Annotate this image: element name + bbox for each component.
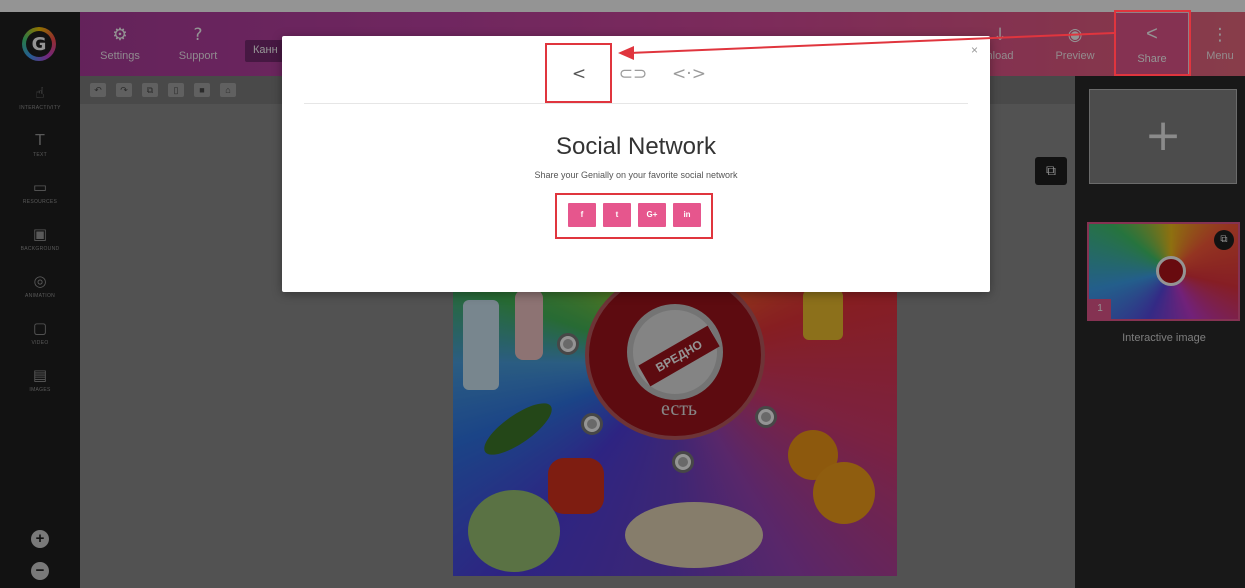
- sidebar-item-label: ANIMATION: [24, 293, 56, 299]
- more-vertical-icon: ⋮: [1211, 25, 1229, 45]
- add-slide-button[interactable]: +: [1089, 89, 1237, 184]
- sidebar-item-animation[interactable]: ◎ ANIMATION: [0, 272, 80, 299]
- google-plus-button[interactable]: G+: [638, 203, 666, 227]
- duplicate-icon[interactable]: ⧉: [1035, 157, 1067, 185]
- logo-icon: G: [22, 27, 56, 61]
- menu-button[interactable]: ⋮ Menu: [1195, 24, 1245, 74]
- plate-center: ВРЕДНО есть: [585, 280, 765, 440]
- twitter-button[interactable]: t: [603, 203, 631, 227]
- menu-label: Menu: [1206, 50, 1234, 62]
- animation-icon: ◎: [33, 272, 47, 290]
- orange-2-image: [813, 462, 875, 524]
- interactive-image[interactable]: ВРЕДНО есть: [453, 280, 897, 576]
- plate-word: есть: [660, 398, 698, 420]
- preview-label: Preview: [1055, 50, 1095, 62]
- drink-bottle-image: [515, 290, 543, 360]
- sidebar-item-video[interactable]: ▢ VIDEO: [0, 319, 80, 346]
- help-icon: ?: [193, 25, 203, 45]
- hotspot[interactable]: [581, 413, 603, 435]
- share-highlight-box: [1114, 10, 1191, 76]
- share-modal: × < ⊂⊃ <·> Social Network Share your Gen…: [282, 36, 990, 292]
- close-icon[interactable]: ×: [971, 44, 983, 56]
- slide-thumbnail[interactable]: 1 ⧉: [1087, 222, 1240, 321]
- slide-copy-icon[interactable]: ⧉: [1214, 230, 1234, 250]
- settings-button[interactable]: ⚙ Settings: [90, 24, 150, 74]
- sidebar-item-images[interactable]: ▤ IMAGES: [0, 366, 80, 393]
- video-icon: ▢: [32, 319, 48, 337]
- zoom-in-button[interactable]: +: [31, 530, 49, 548]
- resources-icon: ▭: [32, 178, 48, 196]
- cabbage-image: [468, 490, 560, 572]
- support-label: Support: [178, 50, 218, 62]
- water-bottle-image: [463, 300, 499, 390]
- slide-label: Interactive image: [1122, 332, 1206, 344]
- sidebar-item-label: INTERACTIVITY: [19, 105, 61, 111]
- left-sidebar: ☝ INTERACTIVITY T TEXT ▭ RESOURCES ▣ BAC…: [0, 76, 80, 588]
- preview-button[interactable]: ◉ Preview: [1045, 24, 1105, 74]
- modal-title: Social Network: [555, 133, 717, 160]
- background-icon: ▣: [32, 225, 48, 243]
- modal-subtitle: Share your Genially on your favorite soc…: [534, 170, 738, 180]
- image-icon: ▤: [32, 366, 48, 384]
- copy-icon[interactable]: ⧉: [142, 83, 158, 97]
- sidebar-item-label: RESOURCES: [22, 199, 58, 205]
- hand-icon: ☝: [35, 84, 45, 102]
- sidebar-item-label: BACKGROUND: [20, 246, 60, 252]
- delete-icon[interactable]: ■: [194, 83, 210, 97]
- eye-icon: ◉: [1067, 25, 1083, 45]
- genially-logo[interactable]: G: [0, 12, 80, 76]
- settings-label: Settings: [100, 50, 140, 62]
- linkedin-button[interactable]: in: [673, 203, 701, 227]
- sidebar-item-label: TEXT: [33, 152, 47, 158]
- support-button[interactable]: ? Support: [168, 24, 228, 74]
- paste-icon[interactable]: ▯: [168, 83, 184, 97]
- sidebar-item-resources[interactable]: ▭ RESOURCES: [0, 178, 80, 205]
- link-tab-icon[interactable]: ⊂⊃: [615, 58, 651, 90]
- hotspot[interactable]: [557, 333, 579, 355]
- slide-number: 1: [1089, 299, 1111, 319]
- hotspot[interactable]: [672, 451, 694, 473]
- pepper-image: [548, 458, 604, 514]
- sidebar-item-label: IMAGES: [29, 387, 51, 393]
- undo-icon[interactable]: ↶: [90, 83, 106, 97]
- sidebar-item-interactivity[interactable]: ☝ INTERACTIVITY: [0, 84, 80, 111]
- sidebar-item-text[interactable]: T TEXT: [0, 131, 80, 158]
- snack-image: [803, 290, 843, 340]
- tab-highlight-box: [545, 43, 612, 103]
- pastry-plate-image: [625, 502, 763, 568]
- facebook-button[interactable]: f: [568, 203, 596, 227]
- hotspot[interactable]: [755, 406, 777, 428]
- text-icon: T: [35, 131, 45, 149]
- embed-tab-icon[interactable]: <·>: [671, 58, 707, 90]
- sidebar-item-background[interactable]: ▣ BACKGROUND: [0, 225, 80, 252]
- zoom-out-button[interactable]: −: [31, 562, 49, 580]
- divider: [304, 103, 968, 104]
- gear-icon: ⚙: [112, 25, 128, 45]
- cucumber-image: [477, 394, 559, 464]
- redo-icon[interactable]: ↷: [116, 83, 132, 97]
- lock-icon[interactable]: ⌂: [220, 83, 236, 97]
- sidebar-item-label: VIDEO: [31, 340, 49, 346]
